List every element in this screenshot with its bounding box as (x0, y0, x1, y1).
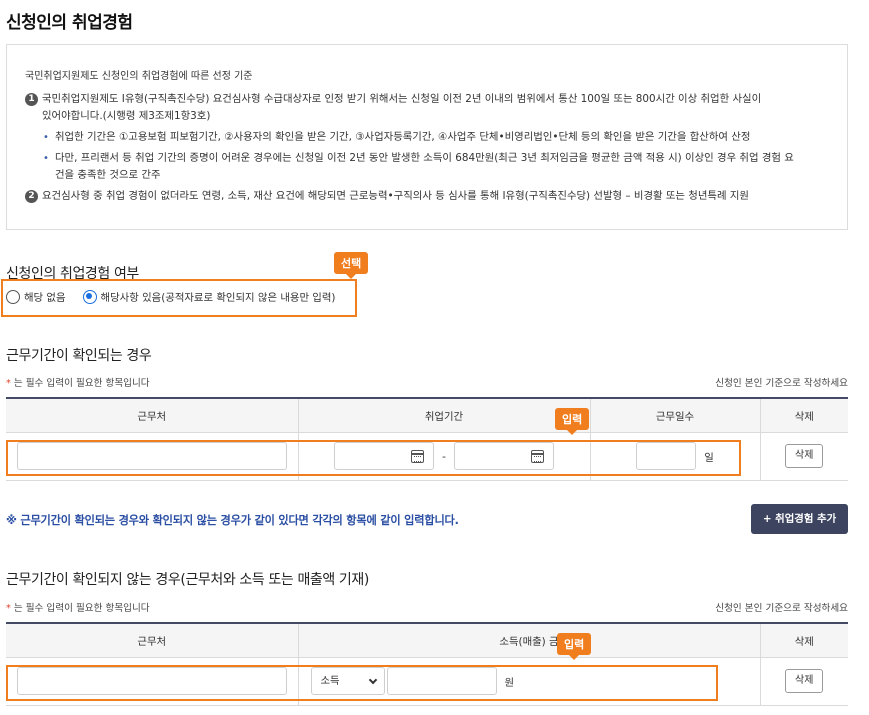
confirmed-section-title: 근무기간이 확인되는 경우 (6, 348, 152, 364)
header-delete: 삭제 (760, 622, 848, 658)
start-date-input[interactable] (334, 442, 434, 470)
income-type-value: 소득 (320, 675, 340, 687)
confirmed-right-note: 신청인 본인 기준으로 작성하세요 (715, 378, 848, 389)
required-note-text: 는 필수 입력이 필요한 항목입니다 (13, 603, 150, 614)
number-circle-icon: 2 (25, 190, 38, 203)
select-callout: 선택 (334, 252, 369, 279)
required-star: * (6, 603, 11, 614)
required-note-text: 는 필수 입력이 필요한 항목입니다 (13, 378, 150, 389)
header-delete: 삭제 (760, 397, 848, 433)
number-circle-icon: 1 (25, 93, 38, 106)
criteria-heading: 국민취업지원제도 신청인의 취업경험에 따른 선정 기준 (25, 71, 253, 82)
required-star: * (6, 378, 11, 389)
unconfirmed-right-note: 신청인 본인 기준으로 작성하세요 (715, 603, 848, 614)
confirmed-required-note: * 는 필수 입력이 필요한 항목입니다 (6, 375, 150, 389)
radio-option-none[interactable]: 해당 없음 (6, 289, 66, 304)
table-row: - 일 삭제 (6, 432, 848, 481)
page-title: 신청인의 취업경험 (6, 13, 133, 33)
experience-radio-group: 해당 없음 해당사항 있음(공적자료로 확인되지 않은 내용만 입력) (6, 289, 352, 304)
days-unit: 일 (704, 451, 714, 464)
work-days-input[interactable] (636, 442, 697, 470)
delete-button[interactable]: 삭제 (785, 669, 824, 693)
unconfirmed-table: 근무처 소득(매출) 금 삭제 소득 원 삭제 (6, 622, 848, 706)
calendar-icon[interactable] (411, 450, 424, 463)
won-unit: 원 (504, 676, 515, 689)
criteria-info-box: 국민취업지원제도 신청인의 취업경험에 따른 선정 기준 1 국민취업지원제도 … (6, 44, 848, 230)
unconfirmed-section-title: 근무기간이 확인되지 않는 경우(근무처와 소득 또는 매출액 기재) (6, 572, 369, 588)
criteria-item-1: 1 국민취업지원제도 I유형(구직촉진수당) 요건심사형 수급대상자로 인정 받… (25, 91, 829, 125)
radio-yes-button[interactable] (82, 289, 97, 304)
header-workplace: 근무처 (6, 397, 299, 433)
header-period: 취업기간 (298, 397, 591, 433)
combined-entry-notice: ※ 근무기간이 확인되는 경우와 확인되지 않는 경우가 같이 있다면 각각의 … (6, 514, 459, 527)
experience-label: 신청인의 취업경험 여부 (6, 266, 139, 282)
header-workplace: 근무처 (6, 622, 299, 658)
input-callout: 입력 (557, 633, 592, 660)
criteria-bullet-1: 취업한 기간은 ①고용보험 피보험기간, ②사용자의 확인을 받은 기간, ③사… (25, 129, 829, 146)
radio-none-button[interactable] (6, 289, 20, 304)
criteria-bullet-2-line1: 다만, 프리랜서 등 취업 기간의 증명이 어려운 경우에는 신청일 이전 2년… (25, 150, 829, 167)
unconfirmed-required-note: * 는 필수 입력이 필요한 항목입니다 (6, 600, 150, 614)
criteria-item-2-line: 요건심사형 중 취업 경험이 없더라도 연령, 소득, 재산 요건에 해당되면 … (42, 190, 749, 202)
calendar-icon[interactable] (530, 450, 544, 463)
confirmed-table: 근무처 취업기간 근무일수 삭제 - 일 삭제 (6, 397, 848, 481)
criteria-item-2: 2 요건심사형 중 취업 경험이 없더라도 연령, 소득, 재산 요건에 해당되… (25, 188, 829, 205)
criteria-item-1-line1: 국민취업지원제도 I유형(구직촉진수당) 요건심사형 수급대상자로 인정 받기 … (42, 93, 762, 105)
header-income: 소득(매출) 금 (298, 622, 761, 658)
add-experience-button[interactable]: + 취업경험 추가 (751, 504, 848, 534)
workplace-input[interactable] (16, 667, 287, 695)
table-row: 소득 원 삭제 (6, 657, 848, 706)
criteria-bullet-2-line2: 건을 충족한 것으로 간주 (55, 169, 161, 181)
chevron-down-icon (368, 675, 377, 685)
header-days: 근무일수 (590, 397, 761, 433)
income-type-select[interactable]: 소득 (310, 667, 385, 695)
delete-button[interactable]: 삭제 (785, 444, 824, 468)
input-callout: 입력 (555, 408, 590, 435)
workplace-input[interactable] (16, 442, 287, 470)
end-date-input[interactable] (453, 442, 554, 470)
criteria-item-1-line2: 있어야합니다.(시행령 제3조제1항3호) (42, 110, 211, 122)
income-amount-input[interactable] (386, 667, 497, 695)
date-separator: - (442, 449, 446, 463)
radio-yes-label: 해당사항 있음(공적자료로 확인되지 않은 내용만 입력) (100, 292, 336, 304)
radio-option-yes[interactable]: 해당사항 있음(공적자료로 확인되지 않은 내용만 입력) (82, 289, 336, 304)
radio-none-label: 해당 없음 (24, 292, 66, 304)
